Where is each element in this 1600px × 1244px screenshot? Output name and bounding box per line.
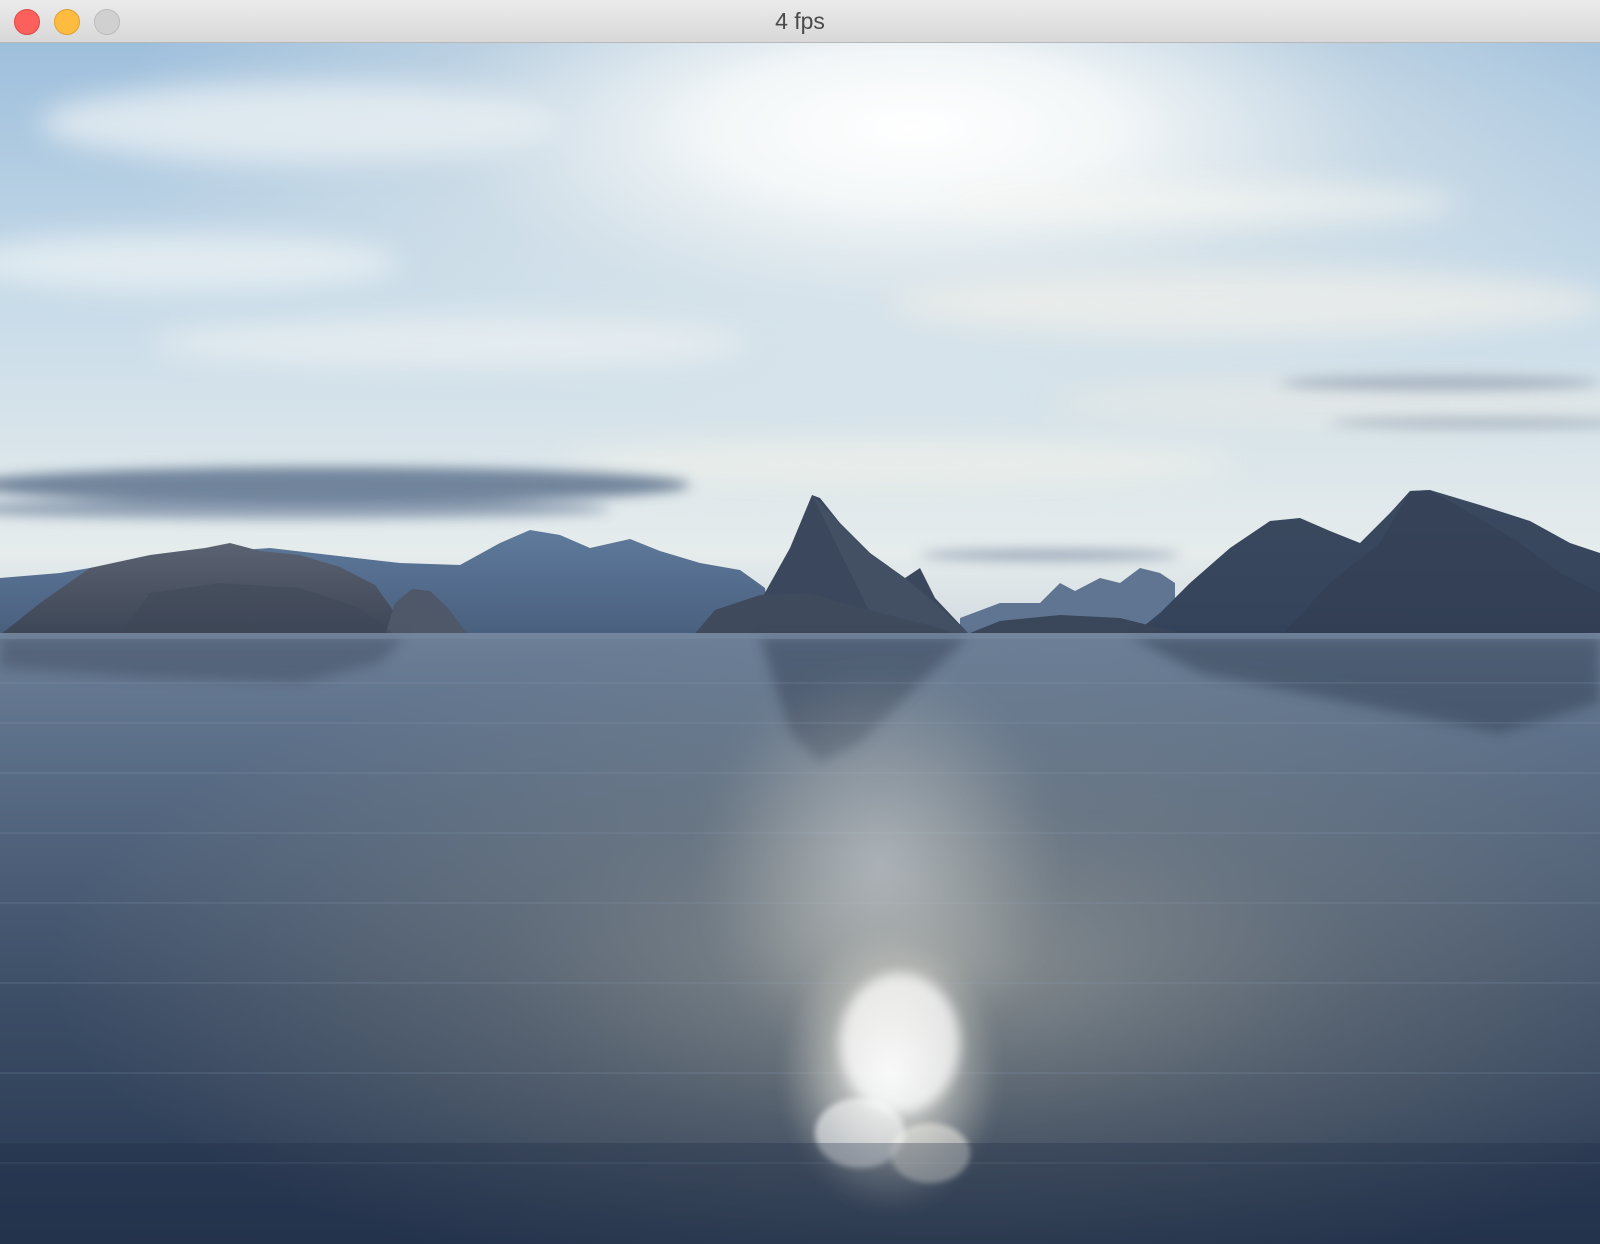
app-window: 4 fps xyxy=(0,0,1600,1244)
ocean-scene xyxy=(0,43,1600,1244)
horizon-line xyxy=(0,633,1600,639)
title-bar[interactable]: 4 fps xyxy=(0,0,1600,43)
render-viewport[interactable] xyxy=(0,43,1600,1244)
water-vignette xyxy=(0,1143,1600,1244)
window-title: 4 fps xyxy=(775,8,825,34)
